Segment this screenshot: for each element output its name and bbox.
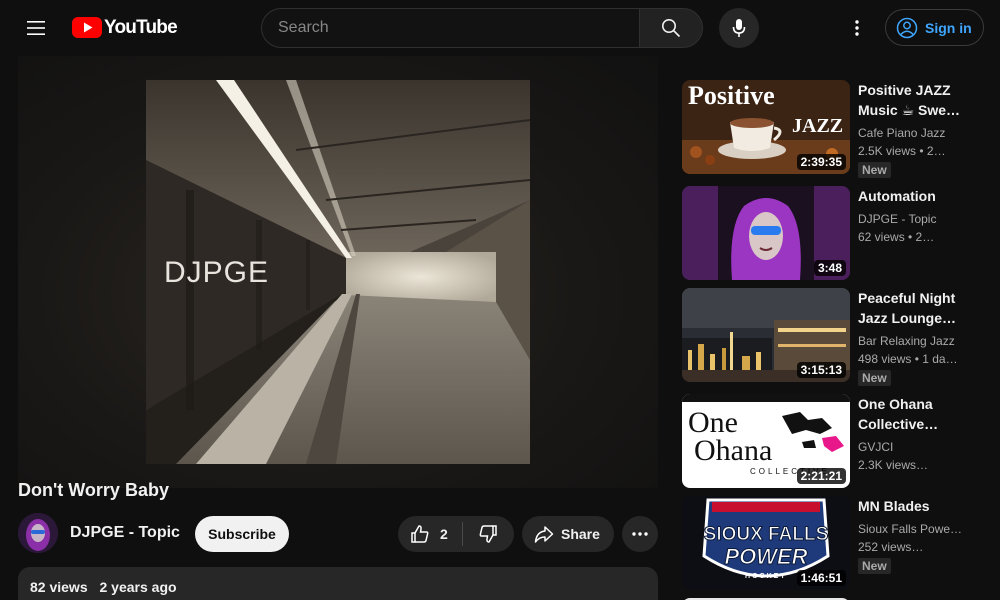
- thumbs-up-icon: [411, 525, 429, 543]
- new-badge: New: [858, 370, 891, 386]
- video-metadata: 2.3K views…: [858, 458, 929, 472]
- video-title: Don't Worry Baby: [18, 480, 169, 500]
- recommendation-item[interactable]: SIOUX FALLS POWER HOCKEY 1:46:51 MN Blad…: [682, 496, 982, 590]
- recommendation-item[interactable]: 3:15:13 Peaceful Night Jazz Lounge… Bar …: [682, 288, 982, 386]
- search-icon: [662, 19, 681, 38]
- thumb-text-power: POWER: [724, 544, 807, 569]
- thumb-text-ohana: Ohana: [694, 434, 772, 467]
- youtube-logo[interactable]: YouTube: [72, 16, 178, 38]
- logo-wordmark: YouTube: [104, 16, 178, 38]
- video-title[interactable]: Automation: [858, 186, 968, 206]
- sign-in-button[interactable]: Sign in: [885, 9, 984, 46]
- video-metadata: 498 views • 1 da…: [858, 352, 958, 366]
- view-count: 82 views: [30, 579, 88, 595]
- search-input[interactable]: [278, 19, 640, 37]
- more-actions-button[interactable]: [622, 516, 658, 552]
- thumb-text-positive: Positive: [688, 81, 775, 110]
- new-badge: New: [858, 558, 891, 574]
- subscribe-button[interactable]: Subscribe: [195, 516, 289, 552]
- video-player[interactable]: DJPGE: [18, 56, 658, 488]
- video-duration: 3:48: [813, 260, 846, 276]
- thumb-text-hockey: HOCKEY: [745, 573, 787, 580]
- share-button[interactable]: Share: [522, 516, 614, 552]
- like-dislike-group: 2: [398, 516, 514, 552]
- like-button[interactable]: 2: [398, 516, 462, 552]
- video-thumbnail[interactable]: Positive JAZZ 2:39:35: [682, 80, 850, 174]
- artwork-artist-text: DJPGE: [164, 256, 270, 289]
- channel-name[interactable]: DJPGE - Topic: [858, 210, 968, 228]
- channel-name[interactable]: Cafe Piano Jazz: [858, 124, 968, 142]
- thumb-text-sioux-falls: SIOUX FALLS: [704, 524, 829, 545]
- channel-name[interactable]: Sioux Falls Powe…: [858, 520, 968, 538]
- youtube-logo-icon: [72, 17, 102, 38]
- description-box[interactable]: 82 views 2 years ago: [18, 567, 658, 600]
- sign-in-label: Sign in: [925, 19, 972, 36]
- video-metadata: 2.5K views • 2…: [858, 144, 946, 158]
- share-label: Share: [561, 526, 600, 542]
- video-metadata: 62 views • 2…: [858, 230, 935, 244]
- video-duration: 3:15:13: [796, 362, 846, 378]
- dislike-button[interactable]: [463, 516, 513, 552]
- album-artwork: DJPGE: [146, 80, 530, 464]
- recommendation-item[interactable]: Positive JAZZ 2:39:35 Positive JAZZ Musi…: [682, 80, 982, 178]
- more-vert-icon: [855, 20, 859, 36]
- menu-button[interactable]: [16, 8, 56, 48]
- video-thumbnail[interactable]: One Ohana COLLECTIVE 2:21:21: [682, 394, 850, 488]
- video-thumbnail[interactable]: 3:15:13: [682, 288, 850, 382]
- thumbs-down-icon: [479, 525, 497, 543]
- video-duration: 2:21:21: [796, 468, 846, 484]
- video-duration: 1:46:51: [796, 570, 846, 586]
- like-count: 2: [440, 526, 448, 542]
- search-button[interactable]: [639, 8, 703, 48]
- recommendation-item[interactable]: 3:48 Automation DJPGE - Topic 62 views •…: [682, 186, 982, 280]
- new-badge: New: [858, 162, 891, 178]
- video-title[interactable]: Peaceful Night Jazz Lounge…: [858, 288, 968, 328]
- video-title[interactable]: MN Blades: [858, 496, 968, 516]
- settings-more-button[interactable]: [837, 8, 877, 48]
- recommendation-item[interactable]: One Ohana COLLECTIVE 2:21:21 One Ohana C…: [682, 394, 982, 488]
- search-field[interactable]: [261, 8, 640, 48]
- video-metadata: 252 views…: [858, 540, 924, 554]
- more-horiz-icon: [632, 532, 648, 536]
- video-title[interactable]: One Ohana Collective…: [858, 394, 968, 434]
- publish-date: 2 years ago: [99, 579, 177, 595]
- video-duration: 2:39:35: [796, 154, 846, 170]
- channel-name[interactable]: DJPGE - Topic: [70, 524, 180, 542]
- menu-icon: [27, 21, 45, 35]
- video-thumbnail[interactable]: 3:48: [682, 186, 850, 280]
- account-icon: [896, 17, 918, 38]
- thumb-text-jazz: JAZZ: [792, 115, 843, 137]
- channel-name[interactable]: Bar Relaxing Jazz: [858, 332, 968, 350]
- share-icon: [534, 526, 554, 543]
- channel-avatar[interactable]: [18, 513, 58, 553]
- channel-name[interactable]: GVJCI: [858, 438, 968, 456]
- mic-icon: [732, 19, 746, 37]
- avatar-image: [18, 513, 58, 553]
- voice-search-button[interactable]: [719, 8, 759, 48]
- video-thumbnail[interactable]: SIOUX FALLS POWER HOCKEY 1:46:51: [682, 496, 850, 590]
- masthead: YouTube Sign in: [0, 0, 1000, 56]
- video-title[interactable]: Positive JAZZ Music ☕ Swe…: [858, 80, 968, 120]
